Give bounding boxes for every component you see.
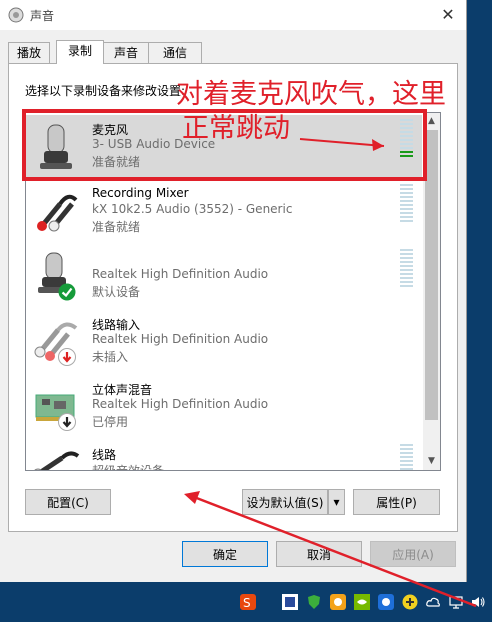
- device-item-line[interactable]: 线路 超级音效设备: [26, 440, 422, 471]
- device-name: 立体声混音: [92, 383, 153, 397]
- device-status: 未插入: [92, 350, 129, 364]
- instruction-text: 选择以下录制设备来修改设置:: [25, 84, 186, 98]
- meter-segment: [400, 261, 413, 263]
- disabled-arrow-icon: [58, 413, 76, 431]
- scroll-down-arrow-icon[interactable]: ▼: [423, 453, 440, 470]
- meter-segment: [400, 285, 413, 287]
- device-item-recording-mixer[interactable]: Recording Mixer kX 10k2.5 Audio (3552) -…: [26, 180, 422, 245]
- meter-segment: [400, 265, 413, 267]
- nvidia-icon[interactable]: [354, 594, 370, 610]
- device-description: Realtek High Definition Audio: [92, 332, 269, 346]
- set-default-dropdown-arrow-icon[interactable]: ▾: [328, 489, 345, 515]
- default-check-icon: [58, 283, 76, 301]
- annotation-line2: 正常跳动: [182, 113, 290, 144]
- tab-recording[interactable]: 录制: [56, 40, 104, 64]
- tray-app-icon[interactable]: [282, 594, 298, 610]
- cable-icon: [34, 451, 80, 470]
- level-meter: [400, 184, 413, 226]
- meter-segment: [400, 188, 413, 190]
- meter-segment: [400, 184, 413, 186]
- meter-segment: [400, 460, 413, 462]
- meter-segment: [400, 448, 413, 450]
- device-description: kX 10k2.5 Audio (3552) - Generic: [92, 202, 293, 216]
- device-item-stereo-mix[interactable]: 立体声混音 Realtek High Definition Audio 已停用: [26, 375, 422, 440]
- device-name: 线路: [92, 448, 117, 462]
- level-meter: [400, 444, 413, 470]
- meter-segment: [400, 464, 413, 466]
- speaker-app-icon: [8, 7, 24, 23]
- device-status: 默认设备: [92, 285, 141, 299]
- device-item-realtek-microphone[interactable]: Realtek High Definition Audio 默认设备: [26, 245, 422, 310]
- meter-segment: [400, 273, 413, 275]
- tab-playback[interactable]: 播放: [8, 42, 50, 63]
- set-default-button[interactable]: 设为默认值(S): [242, 489, 328, 515]
- meter-segment: [400, 269, 413, 271]
- meter-segment: [400, 452, 413, 454]
- meter-segment: [400, 249, 413, 251]
- window-title: 声音: [30, 9, 55, 23]
- rca-cable-icon: [37, 194, 78, 232]
- meter-segment: [400, 220, 413, 222]
- svg-text:S: S: [243, 596, 251, 610]
- device-description: Realtek High Definition Audio: [92, 397, 269, 411]
- ok-button[interactable]: 确定: [182, 541, 268, 567]
- meter-segment: [400, 444, 413, 446]
- sogou-input-icon[interactable]: S: [240, 594, 256, 610]
- tab-sounds[interactable]: 声音: [102, 42, 150, 63]
- meter-segment: [400, 257, 413, 259]
- meter-segment: [400, 277, 413, 279]
- device-status: 已停用: [92, 415, 129, 429]
- volume-speaker-icon[interactable]: [470, 594, 486, 610]
- meter-segment: [400, 204, 413, 206]
- device-description: 超级音效设备: [92, 464, 165, 471]
- cancel-button[interactable]: 取消: [276, 541, 362, 567]
- meter-segment: [400, 456, 413, 458]
- meter-segment: [400, 200, 413, 202]
- meter-segment: [400, 216, 413, 218]
- configure-button[interactable]: 配置(C): [25, 489, 111, 515]
- meter-segment: [400, 192, 413, 194]
- device-status: 准备就绪: [92, 220, 141, 234]
- title-bar[interactable]: 声音 ✕: [0, 0, 466, 30]
- apply-button[interactable]: 应用(A): [370, 541, 456, 567]
- device-item-line-in[interactable]: 线路输入 Realtek High Definition Audio 未插入: [26, 310, 422, 375]
- add-plus-icon[interactable]: [402, 594, 418, 610]
- meter-segment: [400, 468, 413, 470]
- meter-segment: [400, 253, 413, 255]
- tab-communications[interactable]: 通信: [148, 42, 202, 63]
- tray-app-icon[interactable]: [330, 594, 346, 610]
- meter-segment: [400, 196, 413, 198]
- meter-segment: [400, 208, 413, 210]
- close-button[interactable]: ✕: [436, 4, 460, 26]
- meter-segment: [400, 281, 413, 283]
- level-meter: [400, 249, 413, 291]
- security-shield-icon[interactable]: [306, 594, 322, 610]
- tray-app-icon[interactable]: [378, 594, 394, 610]
- device-name: Recording Mixer: [92, 186, 189, 200]
- annotation-line1: 对着麦克风吹气，这里: [176, 79, 446, 110]
- device-name: 线路输入: [92, 318, 141, 332]
- taskbar: S: [0, 582, 492, 622]
- meter-segment: [400, 212, 413, 214]
- cloud-icon[interactable]: [425, 594, 441, 610]
- properties-button[interactable]: 属性(P): [353, 489, 440, 515]
- unplugged-arrow-icon: [58, 348, 76, 366]
- device-description: Realtek High Definition Audio: [92, 267, 269, 281]
- network-icon[interactable]: [448, 594, 464, 610]
